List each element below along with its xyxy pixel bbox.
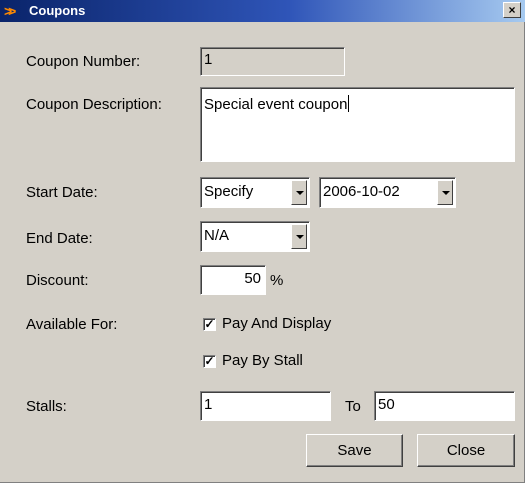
- pay-by-stall-label[interactable]: Pay By Stall: [222, 352, 303, 370]
- checkmark-icon: ✓: [204, 317, 215, 331]
- chevron-down-icon: [442, 190, 450, 195]
- stalls-to-value: 50: [378, 396, 395, 413]
- end-date-label: End Date:: [26, 230, 93, 247]
- start-date-dropdown-button[interactable]: [437, 180, 453, 205]
- close-button[interactable]: Close: [417, 434, 515, 467]
- coupon-description-textarea[interactable]: Special event coupon: [200, 87, 515, 162]
- double-chevron-right-icon: >>: [4, 3, 16, 19]
- end-date-mode-select[interactable]: N/A: [200, 221, 310, 252]
- start-date-picker[interactable]: 2006-10-02: [319, 177, 456, 208]
- start-date-label: Start Date:: [26, 184, 98, 201]
- start-date-mode-select[interactable]: Specify: [200, 177, 310, 208]
- stalls-from-input[interactable]: 1: [200, 391, 331, 421]
- discount-unit: %: [270, 272, 284, 289]
- save-button[interactable]: Save: [306, 434, 403, 467]
- coupon-number-label: Coupon Number:: [26, 53, 141, 70]
- checkmark-icon: ✓: [204, 354, 215, 368]
- close-window-button[interactable]: ×: [503, 2, 521, 18]
- start-date-mode-dropdown-button[interactable]: [291, 180, 307, 205]
- stalls-to-label: To: [345, 398, 361, 415]
- pay-and-display-checkbox[interactable]: ✓: [203, 318, 216, 331]
- chevron-down-icon: [296, 190, 304, 195]
- coupon-number-value: 1: [204, 51, 213, 68]
- coupon-description-label: Coupon Description:: [26, 96, 162, 113]
- start-date-value: 2006-10-02: [323, 183, 400, 200]
- discount-label: Discount:: [26, 272, 89, 289]
- pay-and-display-label[interactable]: Pay And Display: [222, 315, 331, 333]
- pay-by-stall-checkbox[interactable]: ✓: [203, 355, 216, 368]
- end-date-mode-value: N/A: [204, 227, 230, 244]
- stalls-to-input[interactable]: 50: [374, 391, 515, 421]
- coupon-description-value: Special event coupon: [204, 96, 348, 113]
- discount-value: 50: [244, 270, 261, 287]
- stalls-from-value: 1: [204, 396, 213, 413]
- chevron-down-icon: [296, 234, 304, 239]
- text-caret: [348, 95, 350, 112]
- available-for-label: Available For:: [26, 316, 118, 333]
- stalls-label: Stalls:: [26, 398, 67, 415]
- end-date-mode-dropdown-button[interactable]: [291, 224, 307, 249]
- window-title: Coupons: [29, 3, 86, 18]
- title-bar[interactable]: >> Coupons ×: [0, 0, 525, 22]
- start-date-mode-value: Specify: [204, 183, 254, 200]
- discount-input[interactable]: 50: [200, 265, 266, 295]
- coupon-number-field: 1: [200, 47, 345, 76]
- coupons-dialog: >> Coupons × Coupon Number: 1 Coupon Des…: [0, 0, 525, 483]
